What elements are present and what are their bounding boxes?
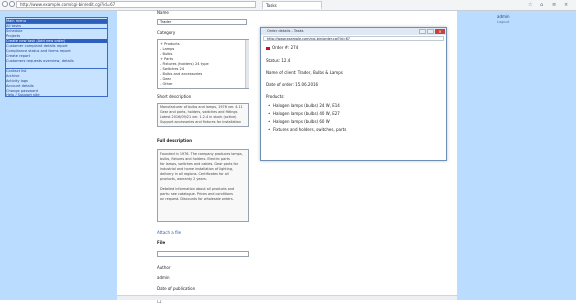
desc-line: Latest 2016/09/21 ver. 1.2.4 in stock (a…	[160, 115, 237, 119]
name-label: Name	[157, 10, 169, 15]
close-icon[interactable]: ×	[564, 2, 568, 8]
author-label: Author	[157, 265, 171, 270]
file-label: File	[157, 240, 166, 245]
nav-item[interactable]: Activity logs	[6, 79, 107, 83]
home-icon[interactable]: ⌂	[540, 2, 543, 8]
desc-line: Manufacturer of bulbs and lamps, 1976 ve…	[160, 105, 243, 109]
tree-node[interactable]: - Lamps	[160, 47, 174, 51]
popup-address-bar[interactable]: http://www.example.com/cgi-bin/order.cgi…	[263, 36, 444, 41]
left-navigation: Main menu All tasks Schedule Projects Cr…	[5, 17, 108, 97]
nav-item[interactable]: Projects	[6, 34, 107, 38]
short-description-label: Short description	[157, 94, 192, 99]
full-line: industrial and home installation of ligh…	[160, 167, 234, 171]
star-icon[interactable]: ☆	[528, 2, 532, 8]
logout-link[interactable]: Logout	[497, 20, 509, 24]
tree-scrollbar[interactable]	[245, 40, 249, 88]
short-description-input[interactable]: Manufacturer of bulbs and lamps, 1976 ve…	[157, 103, 249, 127]
browser-toolbar: http://www.example.com/cgi-bin/edit.cgi?…	[0, 0, 576, 11]
back-icon[interactable]	[2, 1, 8, 7]
user-link[interactable]: admin	[497, 14, 510, 19]
tree-node[interactable]: + Parts	[160, 57, 173, 61]
popup-close-icon[interactable]: ×	[435, 29, 445, 34]
full-line: Detailed information about all products …	[160, 187, 235, 191]
nav-item[interactable]: Create report	[6, 54, 107, 58]
file-input[interactable]	[157, 251, 249, 257]
full-description-label: Full description	[157, 138, 192, 143]
maximize-icon[interactable]	[427, 29, 434, 34]
nav-item[interactable]: Archive	[6, 74, 107, 78]
nav-item[interactable]: Compliance status and forms report	[6, 49, 107, 53]
desc-line: Gear and parts, holders, switches and fi…	[160, 110, 238, 114]
attach-file-link[interactable]: Attach a file	[157, 230, 181, 235]
browser-tab[interactable]: Tasks	[262, 1, 322, 9]
popup-line: Name of client: Trader, Bulbs & Lamps	[266, 70, 343, 75]
tree-node[interactable]: - Other	[160, 82, 173, 86]
popup-line: Status: 12.4	[266, 58, 291, 63]
name-input[interactable]: Trader	[157, 19, 247, 25]
tree-node[interactable]: - Bulbs	[160, 52, 172, 56]
tree-node[interactable]: + Products	[160, 42, 180, 46]
popup-line: Order #: 274	[266, 45, 298, 50]
nav-item[interactable]: Contact list	[6, 69, 107, 73]
full-line: Founded in 1976. The company produces la…	[160, 152, 243, 156]
nav-item[interactable]: Customer complaint details report	[6, 44, 107, 48]
popup-bullet: Halogen lamps (bulbs) 60 W	[268, 119, 330, 124]
full-line: for lamps, switches and cables. Gear par…	[160, 162, 239, 166]
order-popup-window: Order details - Tasks × http://www.examp…	[260, 27, 447, 161]
horizontal-scrollbar[interactable]	[117, 295, 457, 300]
nav-item[interactable]: Help / Support site	[6, 93, 107, 97]
full-line: bulbs, fixtures and holders. Electric pa…	[160, 157, 230, 161]
minimize-icon[interactable]	[419, 29, 426, 34]
category-tree[interactable]: + Products - Lamps - Bulbs + Parts - Fix…	[157, 39, 249, 89]
nav-item-selected[interactable]: Create new task (Add new order)	[6, 39, 107, 43]
tree-node[interactable]: - Bulbs and accessories	[160, 72, 202, 76]
popup-section: Products:	[266, 94, 285, 99]
full-line: delivery in all regions. Certificates fo…	[160, 172, 229, 176]
popup-bullet: Halogen lamps (bulbs) 24 W, E14	[268, 103, 340, 108]
popup-line: Date of order: 15.06.2016	[266, 82, 319, 87]
full-description-input[interactable]: Founded in 1976. The company produces la…	[157, 149, 249, 222]
tree-node[interactable]: - Switches 24	[160, 67, 184, 71]
full-line: on request. Discounts for wholesale orde…	[160, 197, 234, 201]
date-label: Date of publication	[157, 286, 196, 291]
author-value: admin	[157, 275, 170, 280]
popup-bullet: Halogen lamps (bulbs) 40 W, E27	[268, 111, 340, 116]
nav-item[interactable]: Schedule	[6, 29, 107, 33]
menu-icon[interactable]: ≡	[552, 2, 556, 8]
full-line: parts: see catalogue. Prices and conditi…	[160, 192, 233, 196]
full-line: products, warranty 2 years.	[160, 177, 207, 181]
nav-item[interactable]: Account details	[6, 84, 107, 88]
forward-icon[interactable]	[9, 1, 15, 7]
address-bar[interactable]: http://www.example.com/cgi-bin/edit.cgi?…	[16, 1, 256, 8]
tree-node[interactable]: - Fixtures (holders) 24 type	[160, 62, 209, 66]
tree-node[interactable]: - Gear	[160, 77, 171, 81]
desc-line: Support accessories and fixtures for ins…	[160, 120, 242, 124]
popup-bullet: Fixtures and holders, switches, parts	[268, 127, 346, 132]
right-panel: admin Logout	[457, 11, 576, 300]
nav-item[interactable]: Customers requests overview, details	[6, 59, 107, 63]
category-label: Category	[157, 30, 176, 35]
flag-icon	[266, 46, 270, 50]
